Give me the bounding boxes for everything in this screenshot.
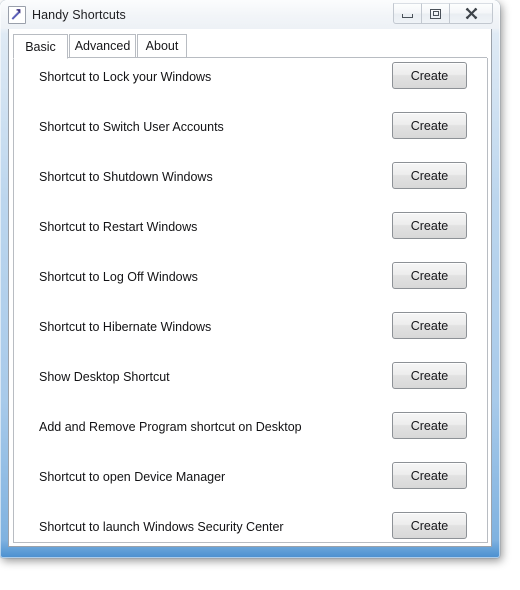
- create-button-lock-windows[interactable]: Create: [392, 62, 467, 89]
- shortcut-label: Shortcut to open Device Manager: [39, 470, 226, 484]
- application-window: Handy Shortcuts Basic Advanced About Sho…: [0, 0, 500, 558]
- shortcut-label: Add and Remove Program shortcut on Deskt…: [39, 420, 302, 434]
- create-button-switch-user[interactable]: Create: [392, 112, 467, 139]
- shortcut-label: Shortcut to launch Windows Security Cent…: [39, 520, 284, 534]
- shortcut-label: Shortcut to Switch User Accounts: [39, 120, 224, 134]
- create-button-device-manager[interactable]: Create: [392, 462, 467, 489]
- create-button-add-remove-programs[interactable]: Create: [392, 412, 467, 439]
- shortcut-row: Shortcut to Restart Windows Create: [14, 208, 487, 258]
- close-icon: [465, 7, 477, 20]
- minimize-button[interactable]: [393, 3, 422, 24]
- client-area: Basic Advanced About Shortcut to Lock yo…: [8, 29, 492, 547]
- shortcut-row: Shortcut to Shutdown Windows Create: [14, 158, 487, 208]
- close-button[interactable]: [449, 3, 493, 24]
- shortcut-row: Add and Remove Program shortcut on Deskt…: [14, 408, 487, 458]
- tab-strip: Basic Advanced About: [9, 34, 491, 59]
- shortcut-row: Shortcut to launch Windows Security Cent…: [14, 508, 487, 546]
- create-button-shutdown[interactable]: Create: [392, 162, 467, 189]
- shortcut-row: Shortcut to Hibernate Windows Create: [14, 308, 487, 358]
- shortcut-row: Show Desktop Shortcut Create: [14, 358, 487, 408]
- create-button-show-desktop[interactable]: Create: [392, 362, 467, 389]
- shortcut-arrow-icon: [8, 6, 26, 24]
- create-button-log-off[interactable]: Create: [392, 262, 467, 289]
- create-button-hibernate[interactable]: Create: [392, 312, 467, 339]
- window-controls: [393, 3, 493, 24]
- create-button-security-center[interactable]: Create: [392, 512, 467, 539]
- maximize-button[interactable]: [421, 3, 450, 24]
- tab-about[interactable]: About: [137, 34, 187, 58]
- tab-panel-basic: Shortcut to Lock your Windows Create Sho…: [13, 58, 488, 543]
- shortcut-label: Shortcut to Restart Windows: [39, 220, 198, 234]
- tab-basic-label: Basic: [25, 39, 56, 54]
- shortcut-label: Shortcut to Shutdown Windows: [39, 170, 213, 184]
- shortcut-row: Shortcut to open Device Manager Create: [14, 458, 487, 508]
- shortcut-row: Shortcut to Log Off Windows Create: [14, 258, 487, 308]
- shortcut-label: Show Desktop Shortcut: [39, 370, 170, 384]
- title-bar[interactable]: Handy Shortcuts: [1, 1, 499, 29]
- tab-basic[interactable]: Basic: [13, 34, 68, 59]
- shortcut-row: Shortcut to Switch User Accounts Create: [14, 108, 487, 158]
- shortcut-row: Shortcut to Lock your Windows Create: [14, 58, 487, 108]
- maximize-icon: [430, 8, 441, 19]
- tab-advanced-label: Advanced: [74, 39, 131, 53]
- tab-about-label: About: [145, 39, 179, 53]
- tab-advanced[interactable]: Advanced: [69, 34, 136, 58]
- minimize-icon: [402, 14, 413, 18]
- shortcut-label: Shortcut to Hibernate Windows: [39, 320, 212, 334]
- create-button-restart[interactable]: Create: [392, 212, 467, 239]
- window-title: Handy Shortcuts: [32, 8, 126, 22]
- shortcut-label: Shortcut to Lock your Windows: [39, 70, 212, 84]
- shortcut-label: Shortcut to Log Off Windows: [39, 270, 198, 284]
